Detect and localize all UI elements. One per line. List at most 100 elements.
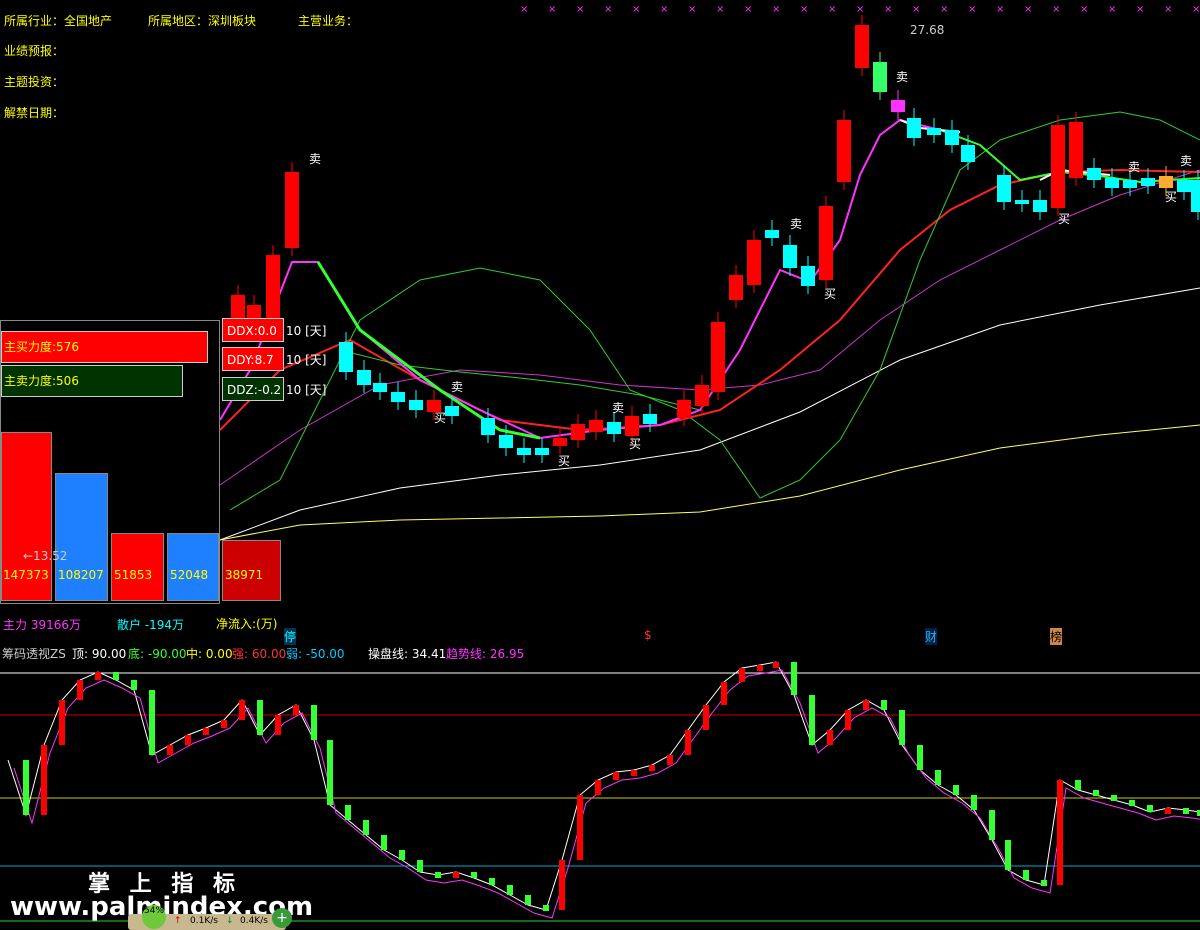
- indicator-bar-down: [507, 885, 513, 895]
- candle-body: [677, 400, 691, 418]
- indicator-bar-down: [471, 872, 477, 878]
- indicator-bar-up: [221, 720, 227, 728]
- stock-chart-window: × × × × × × × × × × × × × × × × × × × × × × × × × 所属行业：全国地产 所属地区…: [0, 0, 1200, 930]
- indicator-bar-down: [23, 760, 29, 815]
- main-sell-label: 主卖力度:506: [4, 374, 79, 388]
- indicator-bar-down: [257, 700, 263, 735]
- indicator-top: 顶: 90.00: [72, 647, 127, 661]
- indicator-bar-down: [791, 662, 797, 695]
- candle-body: [891, 100, 905, 112]
- dollar-tag[interactable]: $: [644, 628, 652, 642]
- indicator-bar-down: [953, 785, 959, 795]
- indicator-bar-up: [1165, 808, 1171, 814]
- candle-body: [231, 295, 245, 320]
- sell-marker: 卖: [790, 217, 803, 231]
- ma-red-line: [219, 168, 1200, 432]
- candle-body: [517, 448, 531, 455]
- flow-bar-3: 51853: [111, 533, 164, 601]
- indicator-bar-up: [185, 735, 191, 745]
- indicator-bar-up: [77, 680, 83, 700]
- candle-body: [1069, 122, 1083, 178]
- forecast-label: 业绩预报：: [4, 44, 65, 58]
- indicator-bar-up: [453, 872, 459, 878]
- indicator-bar-up: [739, 668, 745, 682]
- candle-body: [729, 275, 743, 300]
- ddy-box: DDY:8.7: [222, 347, 284, 371]
- main-sell-bar: 主卖力度:506: [1, 365, 183, 397]
- buy-marker: 买: [1165, 190, 1178, 204]
- candle-body: [801, 266, 815, 286]
- top-marker-icon: ×: [1052, 4, 1060, 15]
- top-marker-icon: ×: [1192, 4, 1200, 15]
- candle-body: [1177, 180, 1191, 192]
- indicator-bar-down: [1183, 808, 1189, 814]
- indicator-bar-down: [113, 672, 119, 680]
- indicator-bar-down: [345, 805, 351, 820]
- upload-arrow-icon: ↑: [174, 916, 182, 926]
- indicator-bar-down: [435, 872, 441, 878]
- indicator-bar-down: [399, 850, 405, 860]
- download-speed: 0.4K/s: [240, 916, 268, 926]
- candle-body: [535, 448, 549, 455]
- candle-body: [1141, 178, 1155, 186]
- top-marker-icon: ×: [688, 4, 696, 15]
- indicator-bar-down: [543, 905, 549, 911]
- top-marker-icon: ×: [800, 4, 808, 15]
- buy-marker: 买: [558, 454, 571, 468]
- net-inflow-label: 净流入:(万): [216, 617, 278, 631]
- indicator-bar-down: [935, 770, 941, 785]
- flow-bar-3-value: 51853: [114, 568, 153, 582]
- candle-body: [1123, 180, 1137, 188]
- top-marker-icon: ×: [744, 4, 752, 15]
- top-marker-icon: ×: [548, 4, 556, 15]
- candle-body: [1191, 180, 1200, 212]
- indicator-bar-down: [899, 710, 905, 745]
- indicator-bar-down: [1041, 880, 1047, 886]
- top-marker-icon: ×: [940, 4, 948, 15]
- indicator-bar-down: [417, 860, 423, 872]
- indicator-name: 筹码透视ZS: [2, 647, 66, 661]
- candle-body: [747, 240, 761, 285]
- candle-body: [945, 130, 959, 145]
- candle-body: [625, 416, 639, 436]
- candle-body: [409, 400, 423, 410]
- main-force-label: 主力 39166万: [3, 618, 81, 632]
- top-marker-icon: ×: [996, 4, 1004, 15]
- indicator-bar-up: [721, 682, 727, 705]
- candle-body: [266, 255, 280, 318]
- top-marker-icon: ×: [772, 4, 780, 15]
- indicator-bar-up: [559, 860, 565, 910]
- indicator-bar-up: [239, 700, 245, 720]
- indicator-bar-down: [917, 745, 923, 770]
- region-label: 所属地区：深圳板块: [148, 14, 257, 28]
- candle-body: [765, 230, 779, 238]
- sell-marker: 卖: [1180, 154, 1193, 168]
- indicator-bar-up: [41, 745, 47, 815]
- sell-marker: 卖: [451, 380, 464, 394]
- candle-body: [783, 245, 797, 268]
- indicator-bar-up: [827, 730, 833, 745]
- ma-purple-line: [219, 169, 1200, 486]
- sell-marker: 卖: [309, 152, 322, 166]
- top-marker-icon: ×: [912, 4, 920, 15]
- indicator-bar-down: [1129, 800, 1135, 806]
- indicator-bar-down: [971, 795, 977, 810]
- indicator-bar-up: [667, 755, 673, 765]
- indicator-bar-down: [881, 700, 887, 710]
- stop-tag[interactable]: 停: [284, 628, 297, 645]
- buy-marker: 买: [629, 437, 642, 451]
- candle-body: [285, 172, 299, 248]
- buy-marker: 买: [1058, 212, 1071, 226]
- add-icon[interactable]: +: [272, 908, 292, 928]
- indicator-bar-up: [845, 710, 851, 730]
- industry-label: 所属行业：全国地产: [4, 14, 113, 28]
- candle-body: [873, 62, 887, 92]
- indicator-bar-up: [773, 662, 779, 668]
- top-marker-icon: ×: [1024, 4, 1032, 15]
- trade-line-value: 操盘线: 34.41: [368, 647, 447, 661]
- top-marker-icon: ×: [576, 4, 584, 15]
- ddz-days: 10 [天]: [286, 383, 327, 397]
- finance-tag[interactable]: 财: [925, 628, 938, 645]
- list-tag[interactable]: 榜: [1050, 628, 1063, 645]
- indicator-bar-up: [59, 700, 65, 745]
